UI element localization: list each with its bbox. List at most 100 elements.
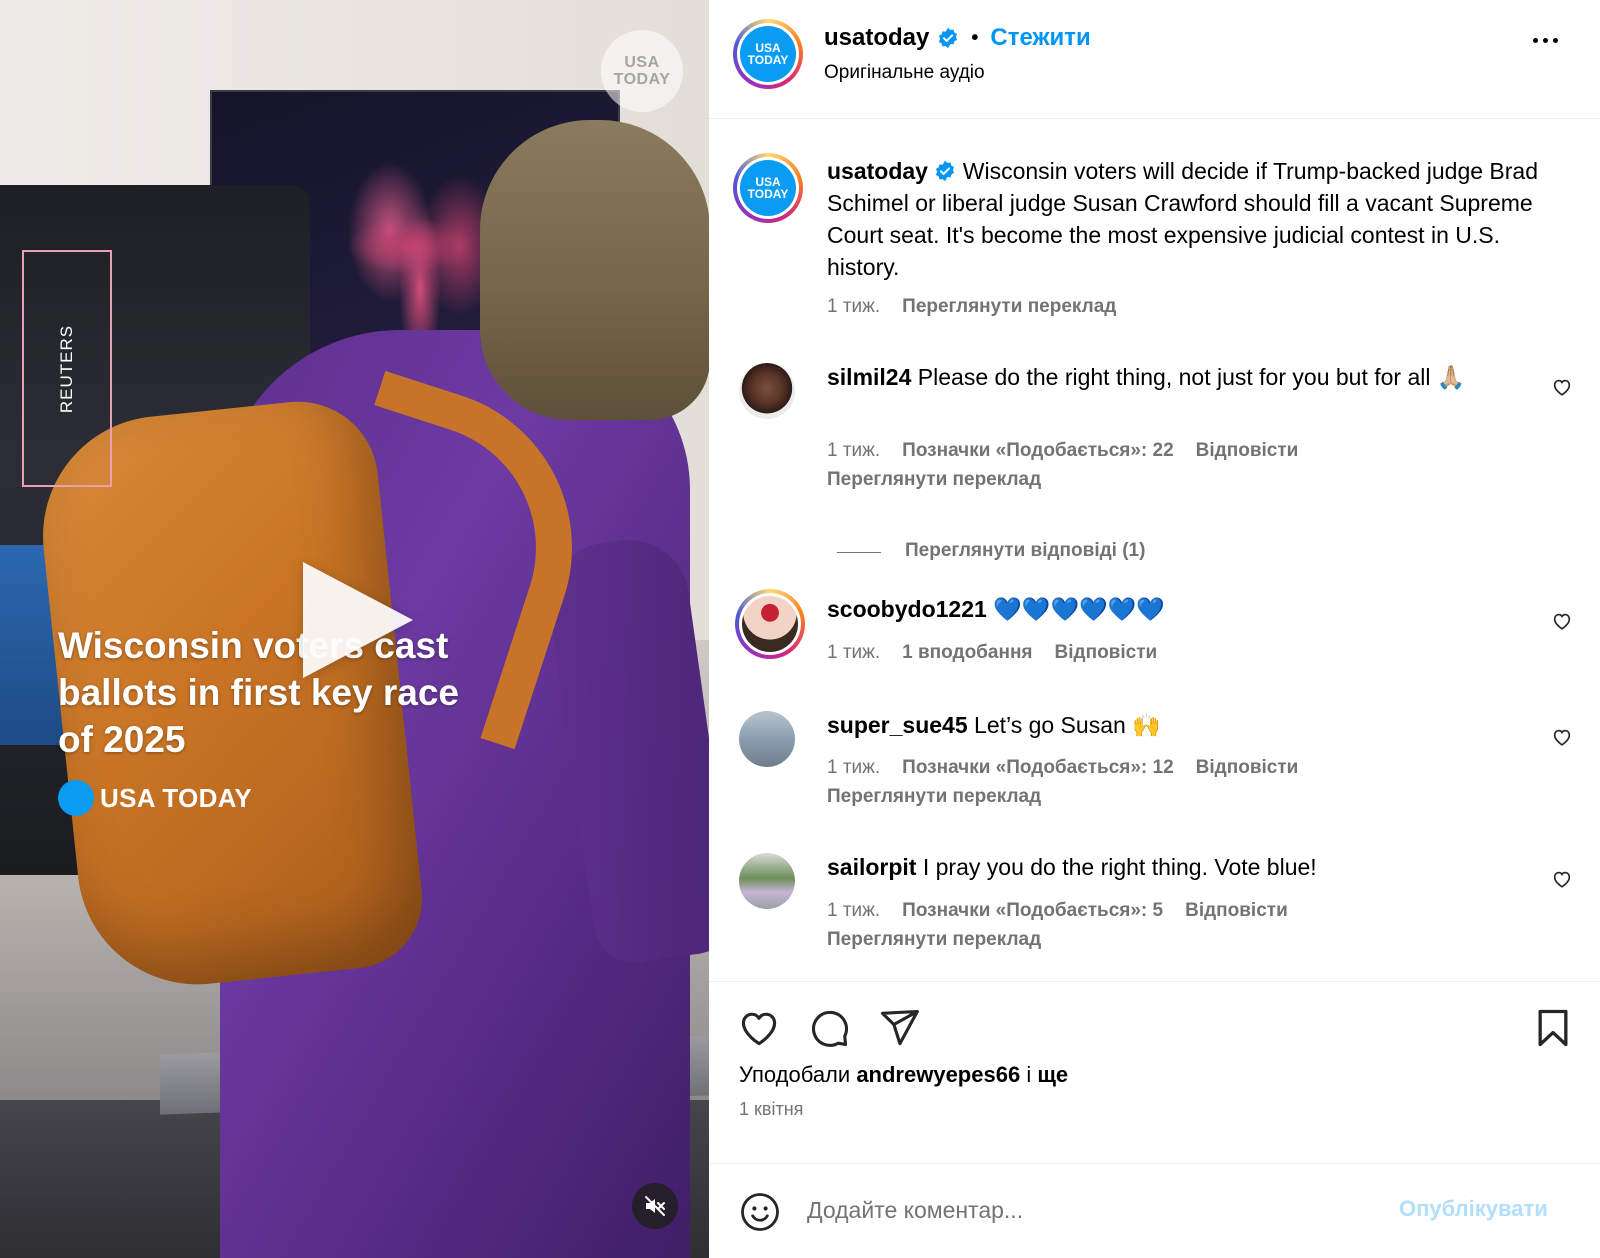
comment-likes[interactable]: 1 вподобання: [902, 642, 1032, 664]
reply-button[interactable]: Відповісти: [1196, 440, 1299, 462]
comment-username[interactable]: super_sue45: [827, 712, 968, 738]
emoji-picker-icon[interactable]: [739, 1191, 781, 1233]
logo-line2: TODAY: [747, 187, 789, 201]
post-actions: Уподобали andrewyepes66 і ще 1 квітня: [709, 981, 1600, 1163]
comment-username[interactable]: sailorpit: [827, 854, 916, 880]
comment-bubble-icon[interactable]: [807, 1006, 851, 1050]
like-comment-heart-icon[interactable]: [1551, 610, 1573, 632]
liked-by-user[interactable]: andrewyepes66: [856, 1062, 1020, 1087]
like-heart-icon[interactable]: [737, 1006, 781, 1050]
caption-username[interactable]: usatoday: [827, 158, 928, 184]
caption-meta: 1 тиж. Переглянути переклад: [827, 296, 1116, 318]
comment-text: I pray you do the right thing. Vote blue…: [922, 854, 1317, 880]
verified-badge-icon: [937, 27, 959, 49]
like-comment-heart-icon[interactable]: [1551, 868, 1573, 890]
comment-meta: 1 тиж. 1 вподобання Відповісти: [827, 642, 1157, 664]
play-icon[interactable]: [303, 562, 413, 678]
caption-translate-link[interactable]: Переглянути переклад: [902, 296, 1116, 318]
muted-speaker-icon[interactable]: [632, 1183, 678, 1229]
like-comment-heart-icon[interactable]: [1551, 726, 1573, 748]
more-dot: [1553, 38, 1558, 43]
comment-translate-link[interactable]: Переглянути переклад: [827, 469, 1041, 491]
usa-today-watermark: USA TODAY: [601, 30, 683, 112]
view-replies-button[interactable]: Переглянути відповіді (1): [905, 540, 1145, 562]
comment-text: 💙💙💙💙💙💙: [993, 596, 1166, 622]
post-date[interactable]: 1 квітня: [739, 1099, 803, 1120]
post-caption: usatoday Wisconsin voters will decide if…: [827, 155, 1567, 283]
liked-by-prefix: Уподобали: [739, 1062, 851, 1087]
comment-translate-link[interactable]: Переглянути переклад: [827, 929, 1041, 951]
like-comment-heart-icon[interactable]: [1551, 376, 1573, 398]
caption-avatar-inner: USA TODAY: [737, 157, 799, 219]
comment-translate-link[interactable]: Переглянути переклад: [827, 786, 1041, 808]
video-player[interactable]: USA TODAY REUTERS Wisconsin voters cast …: [0, 0, 709, 1258]
author-name-row: usatoday • Стежити: [824, 24, 1091, 52]
comment-body: super_sue45 Let’s go Susan 🙌: [827, 709, 1567, 741]
video-brand: USA TODAY: [58, 780, 252, 816]
post-header: USA TODAY usatoday • Стежити Оригінальне…: [709, 0, 1600, 119]
comment-body: sailorpit I pray you do the right thing.…: [827, 851, 1567, 883]
comment-meta: 1 тиж. Позначки «Подобається»: 22 Відпов…: [827, 440, 1298, 462]
comment-likes[interactable]: Позначки «Подобається»: 12: [902, 757, 1174, 779]
share-send-icon[interactable]: [877, 1006, 921, 1050]
publish-button[interactable]: Опублікувати: [1399, 1196, 1548, 1222]
comment-likes[interactable]: Позначки «Подобається»: 22: [902, 440, 1174, 462]
comment-time[interactable]: 1 тиж.: [827, 642, 880, 664]
liked-by-and: і: [1026, 1062, 1032, 1087]
liked-by: Уподобали andrewyepes66 і ще: [739, 1062, 1068, 1088]
comment-translate-row: Переглянути переклад: [827, 786, 1041, 808]
reuters-credit-box: REUTERS: [22, 250, 112, 487]
usa-today-logo: USA TODAY: [740, 160, 796, 216]
comment-body: silmil24 Please do the right thing, not …: [827, 361, 1567, 393]
original-audio-link[interactable]: Оригінальне аудіо: [824, 62, 985, 84]
author-username[interactable]: usatoday: [824, 24, 929, 52]
commenter-avatar[interactable]: [739, 853, 795, 909]
commenter-avatar[interactable]: [739, 711, 795, 767]
video-headline: Wisconsin voters cast ballots in first k…: [58, 625, 460, 760]
video-brand-label: USA TODAY: [100, 782, 252, 813]
comment-likes[interactable]: Позначки «Подобається»: 5: [902, 900, 1163, 922]
reply-button[interactable]: Відповісти: [1185, 900, 1288, 922]
liked-by-more[interactable]: ще: [1037, 1062, 1068, 1087]
usa-today-dot-icon: [58, 780, 94, 816]
comments-list[interactable]: USA TODAY usatoday Wisconsin voters will…: [709, 119, 1600, 981]
more-dot: [1533, 38, 1538, 43]
logo-line2: TODAY: [747, 53, 789, 67]
caption-time[interactable]: 1 тиж.: [827, 296, 880, 318]
comment-username[interactable]: silmil24: [827, 364, 911, 390]
comment-body: scoobydo1221 💙💙💙💙💙💙: [827, 593, 1567, 625]
reply-button[interactable]: Відповісти: [1055, 642, 1158, 664]
author-avatar[interactable]: USA TODAY: [733, 19, 803, 89]
comment-time[interactable]: 1 тиж.: [827, 440, 880, 462]
commenter-photo: [742, 596, 798, 652]
muted-speaker-glyph: [645, 1196, 665, 1216]
watermark-line1: USA: [624, 54, 660, 71]
follow-button[interactable]: Стежити: [990, 24, 1090, 52]
comment-text: Please do the right thing, not just for …: [917, 364, 1466, 390]
save-bookmark-icon[interactable]: [1531, 1006, 1575, 1050]
add-comment-bar: Опублікувати: [709, 1163, 1600, 1258]
comment-meta: 1 тиж. Позначки «Подобається»: 5 Відпові…: [827, 900, 1288, 922]
comment-meta: 1 тиж. Позначки «Подобається»: 12 Відпов…: [827, 757, 1298, 779]
commenter-avatar[interactable]: [739, 363, 795, 419]
more-dot: [1543, 38, 1548, 43]
reply-button[interactable]: Відповісти: [1196, 757, 1299, 779]
caption-author-avatar[interactable]: USA TODAY: [733, 153, 803, 223]
video-person-head: [480, 120, 709, 420]
usa-today-logo: USA TODAY: [740, 26, 796, 82]
header-separator: •: [971, 26, 979, 49]
more-options-icon[interactable]: [1533, 38, 1558, 43]
author-avatar-inner: USA TODAY: [737, 23, 799, 85]
comment-input[interactable]: [807, 1188, 1367, 1232]
commenter-avatar[interactable]: [735, 589, 805, 659]
comment-text: Let’s go Susan 🙌: [974, 712, 1161, 738]
comment-username[interactable]: scoobydo1221: [827, 596, 987, 622]
commenter-avatar-inner: [739, 593, 801, 655]
post-details-panel: USA TODAY usatoday • Стежити Оригінальне…: [709, 0, 1600, 1258]
comment-translate-row: Переглянути переклад: [827, 929, 1041, 951]
reuters-credit: REUTERS: [57, 324, 77, 413]
comment-time[interactable]: 1 тиж.: [827, 900, 880, 922]
comment-time[interactable]: 1 тиж.: [827, 757, 880, 779]
watermark-line2: TODAY: [613, 71, 671, 88]
comment-translate-row: Переглянути переклад: [827, 469, 1041, 491]
